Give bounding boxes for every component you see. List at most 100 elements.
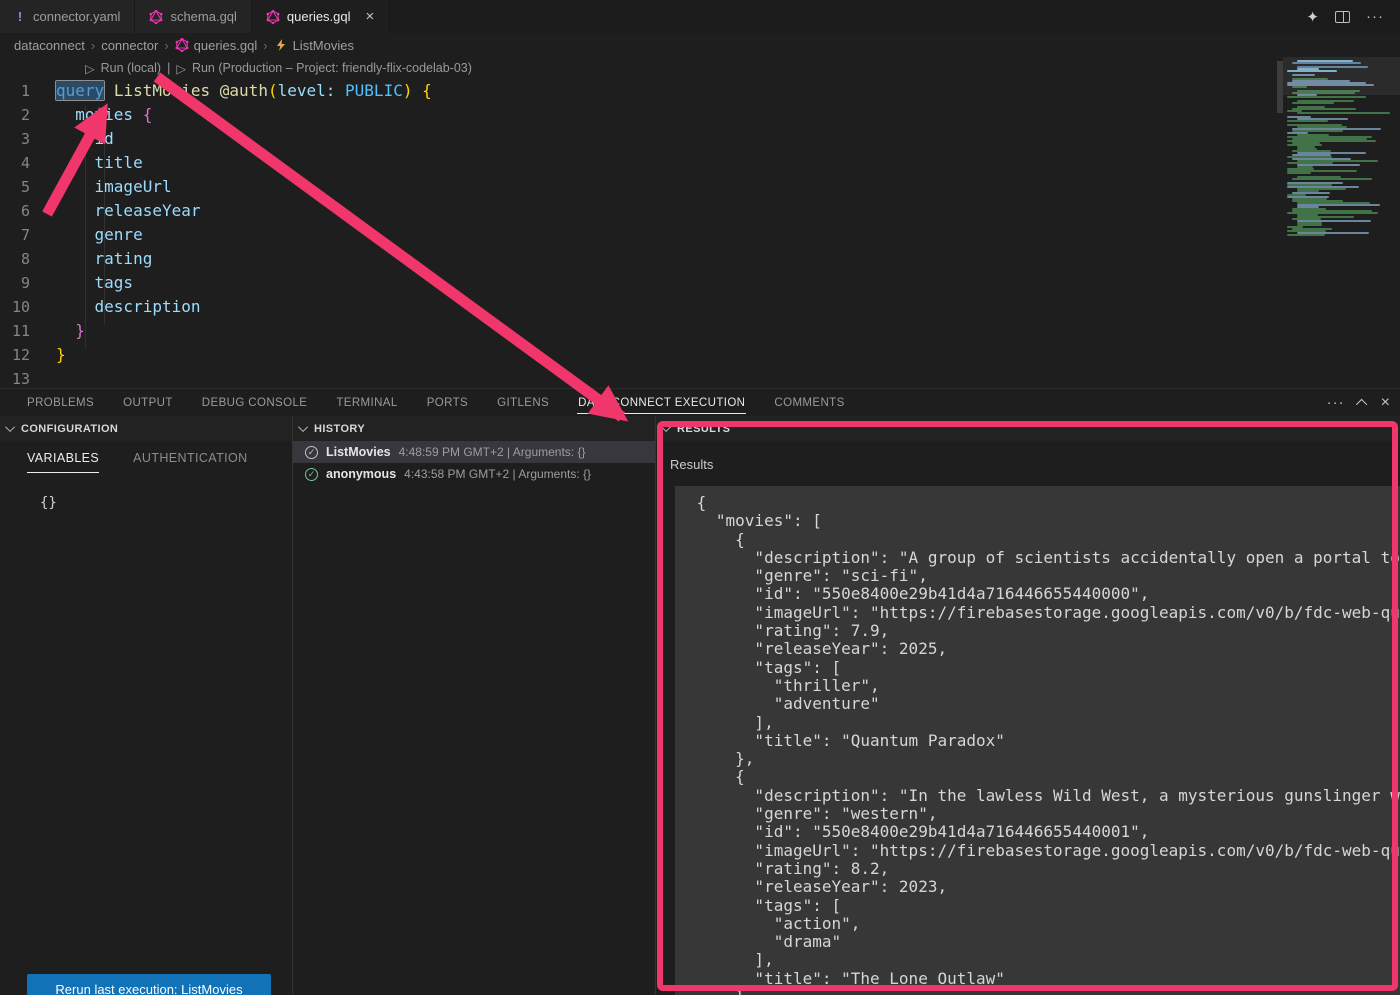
history-item-name: anonymous: [326, 467, 396, 481]
panel-tab-debug-console[interactable]: DEBUG CONSOLE: [201, 392, 309, 414]
breadcrumb-queries-gql[interactable]: queries.gql: [175, 38, 258, 53]
breadcrumb-label: queries.gql: [194, 38, 258, 53]
minimap-line: [1297, 112, 1390, 114]
history-item-meta: 4:48:59 PM GMT+2 | Arguments: {}: [399, 445, 586, 459]
indent-guide: [104, 130, 105, 324]
code-line[interactable]: 8 rating: [0, 247, 1400, 271]
history-item-listmovies[interactable]: ✓ ListMovies 4:48:59 PM GMT+2 | Argument…: [293, 441, 655, 463]
results-header[interactable]: RESULTS: [656, 416, 1400, 441]
breadcrumb-separator: ›: [263, 38, 267, 53]
code-line[interactable]: 12}: [0, 343, 1400, 367]
breadcrumb-connector[interactable]: connector: [101, 38, 158, 53]
run-icon: ▷: [85, 61, 95, 76]
panel-close-icon[interactable]: ×: [1381, 394, 1390, 412]
line-number: 11: [0, 319, 56, 343]
results-json: { "movies": [ { "description": "A group …: [687, 494, 1400, 995]
minimap-line: [1287, 96, 1366, 98]
success-check-icon-green: ✓: [305, 468, 318, 481]
breadcrumb-dataconnect[interactable]: dataconnect: [14, 38, 85, 53]
code-line[interactable]: 7 genre: [0, 223, 1400, 247]
panel-window-icons: ··· ×: [1327, 389, 1390, 416]
minimap-line: [1287, 172, 1311, 174]
breadcrumb-separator: ›: [91, 38, 95, 53]
tab-variables[interactable]: VARIABLES: [27, 451, 99, 473]
tab-label: schema.gql: [170, 9, 236, 24]
configuration-header[interactable]: CONFIGURATION: [0, 416, 292, 441]
codelens: ▷ Run (local) | ▷ Run (Production – Proj…: [0, 57, 1400, 79]
panel-tab-gitlens[interactable]: GITLENS: [496, 392, 550, 414]
line-number: 9: [0, 271, 56, 295]
history-item-meta: 4:43:58 PM GMT+2 | Arguments: {}: [404, 467, 591, 481]
tab-connector-yaml[interactable]: ! connector.yaml: [0, 0, 135, 33]
split-editor-icon[interactable]: [1335, 11, 1350, 23]
panel-tab-output[interactable]: OUTPUT: [122, 392, 174, 414]
tab-authentication[interactable]: AUTHENTICATION: [133, 451, 247, 473]
configuration-subtabs: VARIABLES AUTHENTICATION: [0, 441, 292, 473]
history-header[interactable]: HISTORY: [293, 416, 655, 441]
editor-tab-strip: ! connector.yaml schema.gql queries.: [0, 0, 1400, 33]
panel-maximize-icon[interactable]: [1356, 398, 1367, 409]
code-line[interactable]: 13: [0, 367, 1400, 388]
run-local-link[interactable]: Run (local): [101, 61, 161, 75]
panel-more-icon[interactable]: ···: [1327, 394, 1345, 411]
panel-tab-bar: PROBLEMS OUTPUT DEBUG CONSOLE TERMINAL PORTS…: [0, 389, 1400, 416]
tab-schema-gql[interactable]: schema.gql: [135, 0, 251, 33]
panel-tab-terminal[interactable]: TERMINAL: [335, 392, 398, 414]
graphql-icon: [266, 10, 280, 24]
rerun-last-execution-button[interactable]: Rerun last execution: ListMovies: [27, 974, 271, 995]
chevron-down-icon: [5, 422, 15, 432]
breadcrumb: dataconnect › connector › queries.gql › …: [0, 33, 1400, 57]
codelens-divider: |: [167, 61, 170, 75]
close-tab-icon[interactable]: ×: [366, 9, 375, 24]
code-line[interactable]: 2 movies {: [0, 103, 1400, 127]
line-number: 13: [0, 367, 56, 388]
code-line[interactable]: 3 id: [0, 127, 1400, 151]
line-number: 5: [0, 175, 56, 199]
history-item-anonymous[interactable]: ✓ anonymous 4:43:58 PM GMT+2 | Arguments…: [293, 463, 655, 485]
code-editor[interactable]: ▷ Run (local) | ▷ Run (Production – Proj…: [0, 57, 1400, 388]
breadcrumb-separator: ›: [164, 38, 168, 53]
variables-value[interactable]: {}: [40, 495, 292, 511]
line-number: 3: [0, 127, 56, 151]
line-number: 1: [0, 79, 56, 103]
run-production-link[interactable]: Run (Production – Project: friendly-flix…: [192, 61, 472, 75]
history-title: HISTORY: [314, 423, 365, 435]
editor-actions: ✦ ···: [1306, 0, 1400, 33]
line-number: 10: [0, 295, 56, 319]
sparkle-icon[interactable]: ✦: [1306, 8, 1319, 26]
line-number: 2: [0, 103, 56, 127]
minimap-viewport[interactable]: [1283, 57, 1400, 95]
code-line[interactable]: 1query ListMovies @auth(level: PUBLIC) {: [0, 79, 1400, 103]
chevron-down-icon: [298, 422, 308, 432]
line-number: 8: [0, 247, 56, 271]
results-label: Results: [670, 457, 1400, 472]
bottom-panel: PROBLEMS OUTPUT DEBUG CONSOLE TERMINAL PORTS…: [0, 388, 1400, 995]
tab-queries-gql[interactable]: queries.gql ×: [252, 0, 389, 33]
tab-label: queries.gql: [287, 9, 351, 24]
panel-tab-problems[interactable]: PROBLEMS: [26, 392, 95, 414]
history-item-name: ListMovies: [326, 445, 391, 459]
vscode-window: ! connector.yaml schema.gql queries.: [0, 0, 1400, 995]
more-actions-icon[interactable]: ···: [1366, 8, 1384, 25]
history-pane: HISTORY ✓ ListMovies 4:48:59 PM GMT+2 | …: [293, 416, 656, 995]
code-line[interactable]: 6 releaseYear: [0, 199, 1400, 223]
query-operation-icon: [274, 38, 288, 52]
panel-body: CONFIGURATION VARIABLES AUTHENTICATION {…: [0, 416, 1400, 995]
code-line[interactable]: 10 description: [0, 295, 1400, 319]
line-number: 7: [0, 223, 56, 247]
code-line[interactable]: 11 }: [0, 319, 1400, 343]
breadcrumb-listmovies[interactable]: ListMovies: [274, 38, 354, 53]
results-json-box[interactable]: { "movies": [ { "description": "A group …: [675, 486, 1400, 995]
tab-label: connector.yaml: [33, 9, 120, 24]
panel-tab-data-connect-execution[interactable]: DATA CONNECT EXECUTION: [577, 392, 746, 414]
panel-tab-ports[interactable]: PORTS: [426, 392, 469, 414]
panel-tab-comments[interactable]: COMMENTS: [773, 392, 845, 414]
minimap-line: [1287, 234, 1325, 236]
code-lines: 1query ListMovies @auth(level: PUBLIC) {…: [0, 79, 1400, 388]
configuration-pane: CONFIGURATION VARIABLES AUTHENTICATION {…: [0, 416, 293, 995]
code-line[interactable]: 5 imageUrl: [0, 175, 1400, 199]
minimap-line: [1292, 102, 1334, 104]
results-title: RESULTS: [677, 423, 730, 435]
code-line[interactable]: 9 tags: [0, 271, 1400, 295]
code-line[interactable]: 4 title: [0, 151, 1400, 175]
